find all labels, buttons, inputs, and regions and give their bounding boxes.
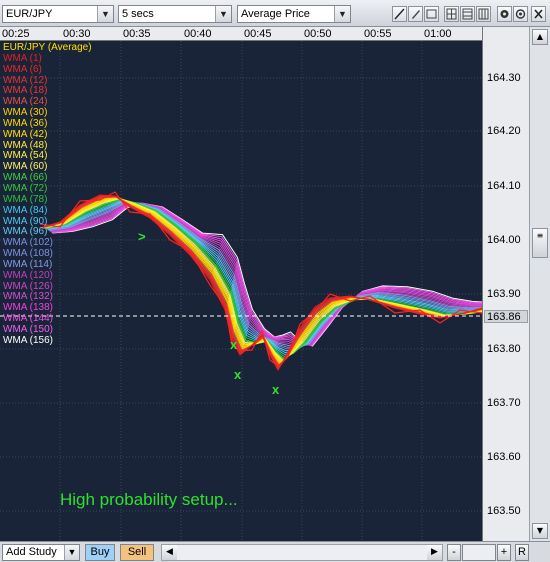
indicator-legend: EUR/JPY (Average) WMA (1) WMA (6) WMA (12)…: [3, 42, 92, 347]
price-label: 164.30: [487, 72, 521, 84]
bottom-bar: Add Study ▼ Buy Sell ◀ ▶ - + R: [0, 541, 550, 562]
scroll-thumb[interactable]: ≡: [532, 228, 548, 258]
wma-line: [48, 201, 482, 350]
legend-item: WMA (156): [3, 334, 54, 346]
time-label: 00:25: [2, 28, 30, 40]
snapshot-button[interactable]: [513, 6, 528, 22]
zoom-slider[interactable]: [462, 544, 496, 561]
close-icon: [534, 9, 543, 19]
scroll-down-button[interactable]: ▼: [532, 523, 548, 539]
current-price-label: 163.86: [487, 311, 521, 323]
legend-item: WMA (120): [3, 269, 54, 281]
add-study-dropdown[interactable]: Add Study ▼: [2, 544, 80, 561]
wma-line: [51, 202, 482, 346]
wma-line: [39, 194, 482, 372]
line-tool-button[interactable]: [392, 6, 407, 22]
wma-line: [49, 202, 482, 348]
wma-line: [47, 200, 482, 352]
legend-item: WMA (42): [3, 128, 48, 140]
symbol-dropdown[interactable]: EUR/JPY ▼: [2, 5, 114, 23]
settings-icon: [500, 10, 509, 18]
add-study-label: Add Study: [6, 546, 57, 558]
reset-label: R: [518, 546, 526, 558]
vertical-scrollbar[interactable]: ▲ ≡ ▼: [529, 27, 550, 541]
chart-toolbar: EUR/JPY ▼ 5 secs ▼ Average Price ▼: [0, 0, 550, 27]
time-axis: 00:25 00:30 00:35 00:40 00:45 00:50 00:5…: [0, 27, 482, 41]
grid-icon: [446, 8, 457, 20]
price-label: 163.70: [487, 397, 521, 409]
draw-button[interactable]: [424, 6, 439, 22]
time-label: 00:55: [364, 28, 392, 40]
buy-label: Buy: [90, 546, 110, 558]
time-label: 00:40: [184, 28, 212, 40]
chevron-down-icon[interactable]: ▼: [215, 6, 231, 22]
interval-dropdown[interactable]: 5 secs ▼: [118, 5, 232, 23]
wma-line: [50, 202, 482, 346]
setup-marker: x: [230, 337, 238, 352]
legend-item: WMA (6): [3, 63, 42, 75]
pencil-icon: [412, 10, 420, 19]
camera-icon: [515, 9, 526, 19]
grid-button-2[interactable]: [460, 6, 475, 22]
grip-icon: ≡: [536, 231, 544, 240]
scroll-up-button[interactable]: ▲: [532, 29, 548, 45]
setup-marker: x: [272, 382, 280, 397]
price-label: 163.50: [487, 505, 521, 517]
time-label: 01:00: [424, 28, 452, 40]
time-label: 00:50: [304, 28, 332, 40]
time-label: 00:35: [123, 28, 151, 40]
zoom-out-button[interactable]: -: [447, 544, 461, 561]
price-label: 164.00: [487, 234, 521, 246]
reset-button[interactable]: R: [515, 544, 529, 561]
wma-line: [52, 202, 482, 347]
grid-button-1[interactable]: [444, 6, 459, 22]
wma-line: [50, 202, 482, 347]
time-label: 00:45: [244, 28, 272, 40]
price-label: 163.80: [487, 343, 521, 355]
zoom-out-label: -: [452, 546, 456, 558]
price-type-dropdown[interactable]: Average Price ▼: [237, 5, 351, 23]
line-tool-icon: [394, 8, 405, 20]
time-label: 00:30: [63, 28, 91, 40]
pencil-button[interactable]: [408, 6, 423, 22]
horizontal-scrollbar[interactable]: ◀ ▶: [161, 544, 443, 561]
grid-button-3[interactable]: [476, 6, 491, 22]
draw-icon: [426, 9, 437, 19]
symbol-value: EUR/JPY: [6, 8, 53, 20]
grid-icon: [478, 8, 489, 20]
buy-button[interactable]: Buy: [85, 544, 115, 561]
price-label: 163.90: [487, 288, 521, 300]
price-label: 163.60: [487, 451, 521, 463]
grid-icon: [462, 8, 473, 20]
sell-label: Sell: [127, 546, 147, 558]
close-chart-button[interactable]: [531, 6, 546, 22]
wma-line: [48, 202, 482, 349]
settings-button[interactable]: [497, 6, 512, 22]
wma-line: [50, 202, 482, 346]
price-label: 164.10: [487, 180, 521, 192]
annotation-note: High probability setup...: [60, 490, 238, 509]
scroll-left-button[interactable]: ◀: [162, 545, 177, 560]
price-axis[interactable]: 164.30 164.20 164.10 164.00 163.90 163.8…: [482, 27, 529, 541]
sell-button[interactable]: Sell: [120, 544, 154, 561]
chevron-down-icon[interactable]: ▼: [64, 545, 79, 560]
legend-item: WMA (84): [3, 204, 48, 216]
scroll-right-button[interactable]: ▶: [427, 545, 442, 560]
wma-line: [49, 202, 482, 348]
chevron-down-icon[interactable]: ▼: [97, 6, 113, 22]
interval-value: 5 secs: [122, 8, 154, 20]
price-type-value: Average Price: [241, 8, 310, 20]
price-label: 164.20: [487, 125, 521, 137]
setup-marker: x: [234, 367, 242, 382]
zoom-in-label: +: [500, 546, 508, 558]
setup-marker: >: [138, 229, 146, 244]
zoom-in-button[interactable]: +: [497, 544, 511, 561]
wma-line: [51, 202, 482, 347]
chevron-down-icon[interactable]: ▼: [334, 6, 350, 22]
